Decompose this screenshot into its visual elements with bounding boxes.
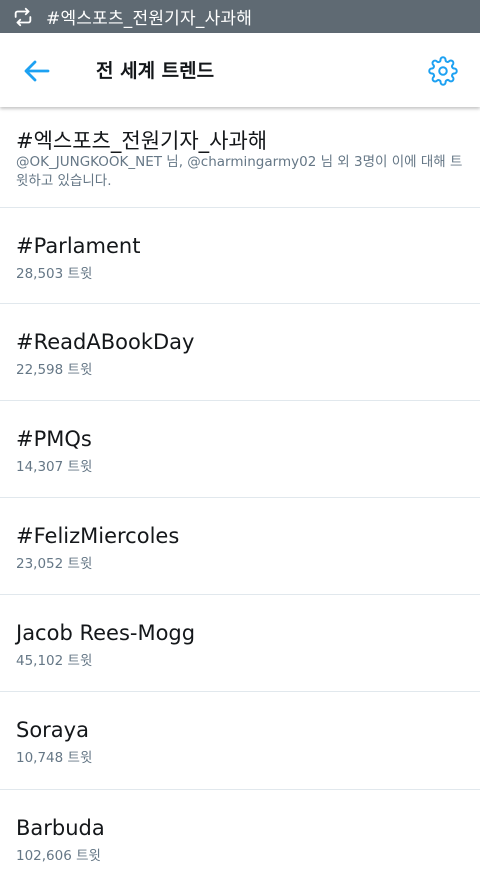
trend-name: Soraya xyxy=(16,718,89,742)
trend-list: #엑스포츠_전원기자_사과해 @OK_JUNGKOOK_NET 님, @char… xyxy=(0,107,480,870)
trend-name: #FelizMiercoles xyxy=(16,524,180,548)
trend-tweet-count: 23,052 트윗 xyxy=(16,556,93,572)
trend-item[interactable]: #ReadABookDay 22,598 트윗 xyxy=(0,304,480,401)
gear-icon xyxy=(428,56,458,90)
trend-item[interactable]: #FelizMiercoles 23,052 트윗 xyxy=(0,498,480,595)
back-button[interactable] xyxy=(21,55,53,87)
status-bar: #엑스포츠_전원기자_사과해 xyxy=(0,0,480,33)
trend-tweet-count: 45,102 트윗 xyxy=(16,653,93,669)
trend-tweet-count: 102,606 트윗 xyxy=(16,848,101,864)
trend-tweet-count: 22,598 트윗 xyxy=(16,362,93,378)
arrow-left-icon xyxy=(21,60,53,91)
trend-name: Barbuda xyxy=(16,816,105,840)
settings-button[interactable] xyxy=(428,56,458,86)
retweet-icon xyxy=(12,5,36,29)
trend-item[interactable]: Barbuda 102,606 트윗 xyxy=(0,790,480,870)
trend-name: #PMQs xyxy=(16,427,92,451)
trend-name: #엑스포츠_전원기자_사과해 xyxy=(16,129,268,153)
trend-name: #ReadABookDay xyxy=(16,330,195,354)
app-bar: 전 세계 트렌드 xyxy=(0,33,480,107)
trend-name: Jacob Rees-Mogg xyxy=(16,621,196,645)
trend-tweet-count: 14,307 트윗 xyxy=(16,459,93,475)
trend-item[interactable]: #엑스포츠_전원기자_사과해 @OK_JUNGKOOK_NET 님, @char… xyxy=(0,107,480,208)
trend-item[interactable]: Soraya 10,748 트윗 xyxy=(0,692,480,790)
trend-tweet-count: 10,748 트윗 xyxy=(16,750,93,766)
trend-description: @OK_JUNGKOOK_NET 님, @charmingarmy02 님 외 … xyxy=(16,154,463,189)
trend-item[interactable]: #PMQs 14,307 트윗 xyxy=(0,401,480,498)
trend-item[interactable]: Jacob Rees-Mogg 45,102 트윗 xyxy=(0,595,480,692)
status-notification-text: #엑스포츠_전원기자_사과해 xyxy=(46,9,253,29)
page-title: 전 세계 트렌드 xyxy=(96,60,215,82)
trend-tweet-count: 28,503 트윗 xyxy=(16,266,93,282)
trend-name: #Parlament xyxy=(16,234,141,258)
trend-item[interactable]: #Parlament 28,503 트윗 xyxy=(0,208,480,304)
